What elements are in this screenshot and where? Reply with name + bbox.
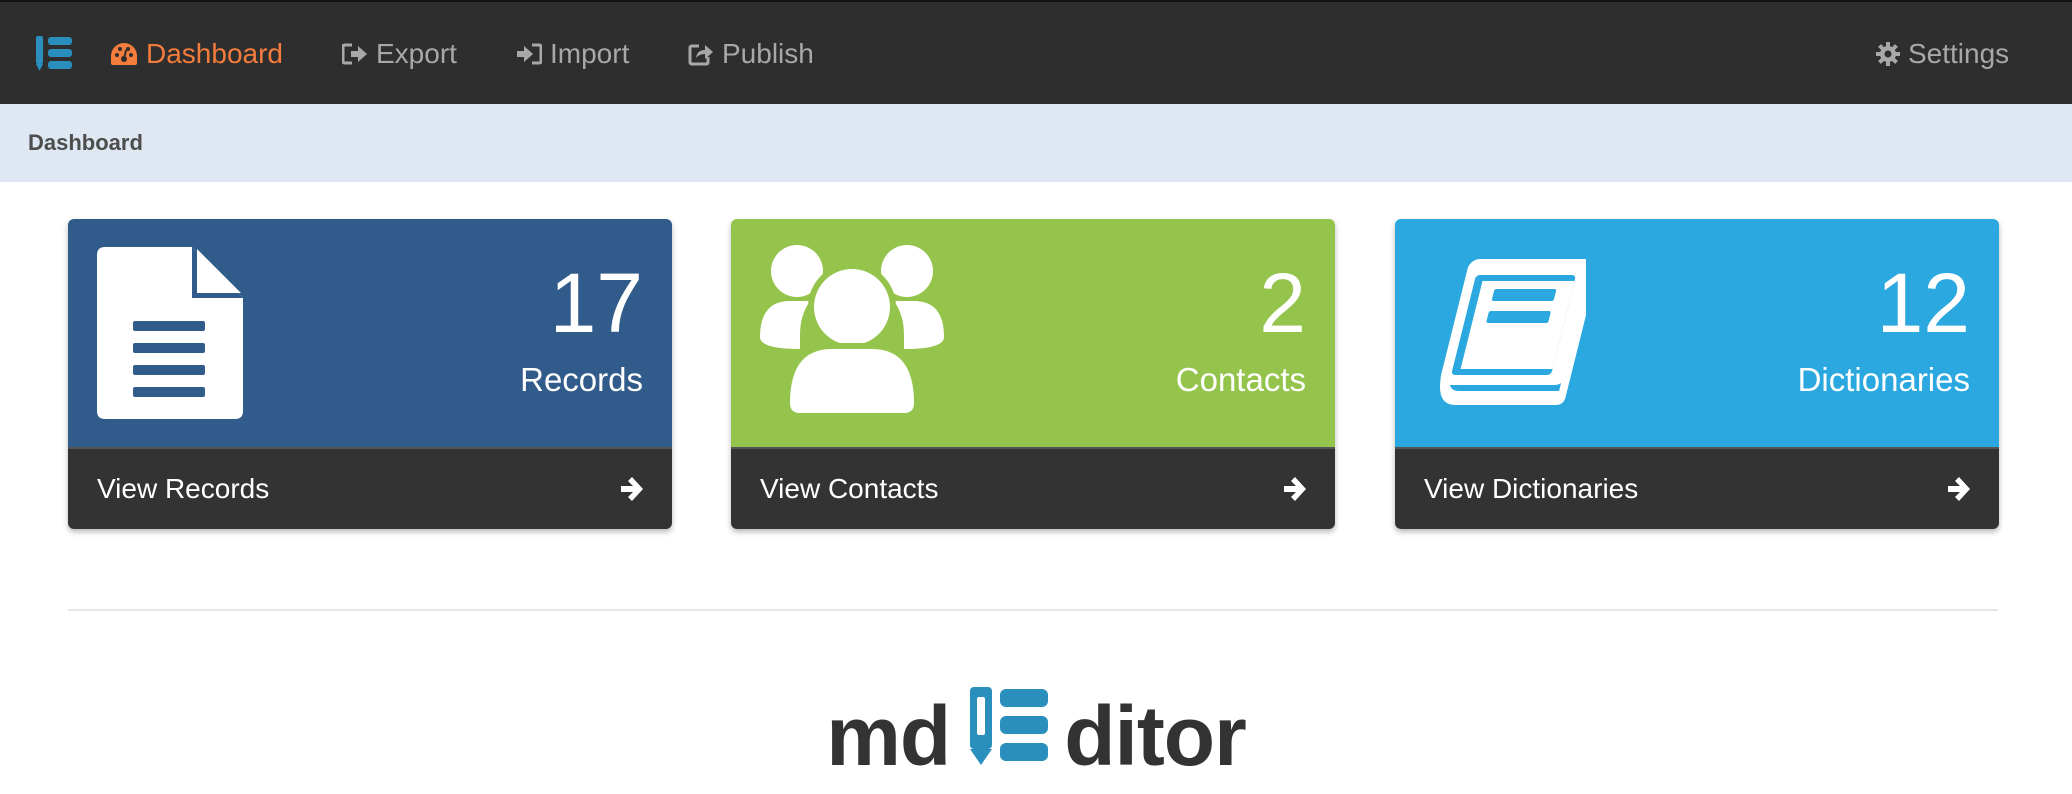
publish-icon	[688, 44, 713, 66]
import-icon	[517, 43, 542, 65]
nav-settings[interactable]: Settings	[1876, 2, 2009, 106]
nav-publish-label: Publish	[722, 38, 814, 69]
brand-text-right: ditor	[1064, 688, 1247, 783]
breadcrumb: Dashboard	[0, 104, 2072, 182]
nav-dashboard-label: Dashboard	[146, 38, 283, 69]
contacts-count: 2	[1259, 256, 1306, 350]
view-records-link[interactable]: View Records	[68, 447, 672, 529]
contacts-panel: 2 Contacts View Contacts	[731, 219, 1335, 529]
brand-text-left: md	[826, 688, 951, 783]
dashboard-icon	[111, 43, 137, 65]
dictionaries-panel-header: 12 Dictionaries	[1395, 219, 1999, 447]
view-contacts-link[interactable]: View Contacts	[731, 447, 1335, 529]
contacts-panel-header: 2 Contacts	[731, 219, 1335, 447]
brand-logo: md ditor	[0, 686, 2072, 786]
records-panel-header: 17 Records	[68, 219, 672, 447]
nav-import-label: Import	[550, 38, 630, 69]
gear-icon	[1876, 42, 1900, 66]
arrow-right-icon	[1284, 477, 1306, 501]
nav-settings-label: Settings	[1908, 38, 2010, 69]
arrow-right-icon	[621, 477, 643, 501]
view-contacts-label: View Contacts	[760, 473, 939, 504]
section-divider	[68, 609, 1998, 611]
nav-publish[interactable]: Publish	[688, 2, 814, 106]
dictionaries-panel: 12 Dictionaries View Dictionaries	[1395, 219, 1999, 529]
nav-export[interactable]: Export	[342, 2, 457, 106]
arrow-right-icon	[1948, 477, 1970, 501]
records-label: Records	[520, 361, 643, 398]
view-dictionaries-label: View Dictionaries	[1424, 473, 1639, 504]
nav-export-label: Export	[376, 38, 457, 69]
records-count: 17	[549, 256, 643, 350]
nav-import[interactable]: Import	[516, 2, 629, 106]
file-icon	[97, 247, 245, 424]
app-logo-icon[interactable]	[34, 33, 76, 75]
view-dictionaries-link[interactable]: View Dictionaries	[1395, 447, 1999, 529]
nav-dashboard[interactable]: Dashboard	[110, 2, 283, 106]
dictionaries-count: 12	[1876, 256, 1970, 350]
dictionaries-label: Dictionaries	[1797, 361, 1970, 398]
view-records-label: View Records	[97, 473, 270, 504]
contacts-label: Contacts	[1175, 361, 1306, 398]
users-icon	[760, 245, 944, 422]
records-panel: 17 Records View Records	[68, 219, 672, 529]
top-navbar: Dashboard Export Import Publish Settings	[0, 0, 2072, 104]
export-icon	[342, 43, 367, 65]
page-title: Dashboard	[28, 130, 143, 155]
editor-logo-icon	[968, 687, 1050, 785]
book-icon	[1424, 259, 1598, 414]
